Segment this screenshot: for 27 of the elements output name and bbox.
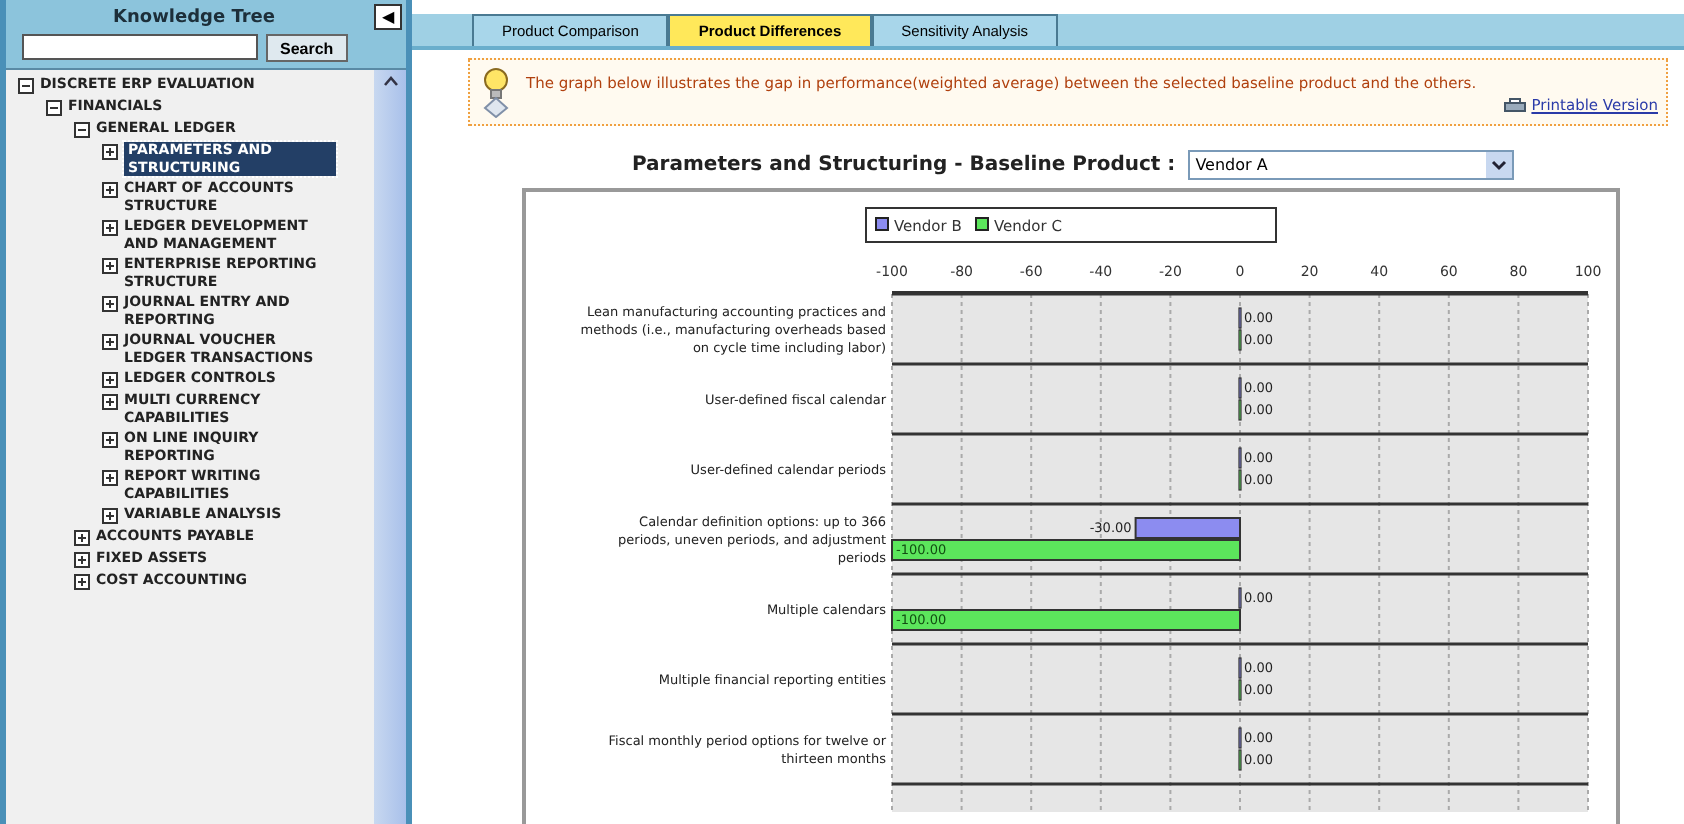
plus-box-icon[interactable] xyxy=(74,574,90,590)
lightbulb-icon xyxy=(482,66,510,118)
plus-box-icon[interactable] xyxy=(102,258,118,274)
baseline-select[interactable]: Vendor A xyxy=(1187,150,1514,180)
search-field[interactable] xyxy=(22,34,258,60)
minus-box-icon[interactable] xyxy=(46,100,62,116)
plus-box-icon[interactable] xyxy=(102,296,118,312)
plus-box-icon[interactable] xyxy=(102,432,118,448)
plus-box-icon[interactable] xyxy=(102,182,118,198)
plus-box-icon[interactable] xyxy=(102,470,118,486)
scroll-up-icon[interactable] xyxy=(383,76,397,86)
printer-icon xyxy=(1503,97,1526,113)
plus-box-icon[interactable] xyxy=(102,372,118,388)
scrollbar[interactable] xyxy=(374,70,406,824)
sidebar-title: Knowledge Tree xyxy=(111,7,277,27)
plus-box-icon[interactable] xyxy=(102,220,118,236)
plus-box-icon[interactable] xyxy=(102,394,118,410)
search-button[interactable]: Search xyxy=(266,34,348,62)
chart-heading: Parameters and Structuring - Baseline Product : xyxy=(632,154,1176,176)
plus-box-icon[interactable] xyxy=(102,144,118,160)
minus-box-icon[interactable] xyxy=(18,78,34,94)
plus-box-icon[interactable] xyxy=(102,508,118,524)
plus-box-icon[interactable] xyxy=(102,334,118,350)
plus-box-icon[interactable] xyxy=(74,552,90,568)
collapse-button[interactable]: ◀ xyxy=(374,4,402,30)
plus-box-icon[interactable] xyxy=(74,530,90,546)
minus-box-icon[interactable] xyxy=(74,122,90,138)
